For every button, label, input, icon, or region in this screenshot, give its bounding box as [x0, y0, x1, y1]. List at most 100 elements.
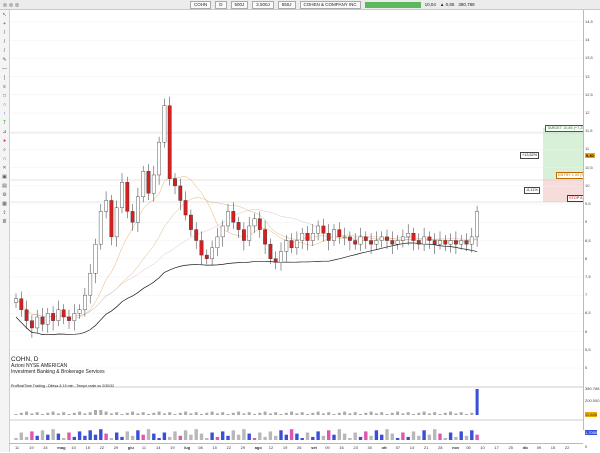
oscillator-bar	[406, 436, 410, 440]
price-tick: 14	[585, 37, 590, 43]
candle	[157, 141, 161, 176]
oscillator-bar	[152, 433, 156, 440]
date-tick: 15	[85, 445, 90, 450]
price-tick: 5,5	[585, 346, 591, 352]
volume-bar	[454, 413, 458, 415]
volume-bar	[279, 414, 283, 415]
date-tick: set	[311, 445, 317, 450]
volume-bar	[210, 411, 214, 415]
candle	[88, 273, 93, 296]
oscillator-bar	[475, 434, 479, 440]
volume-bar	[115, 412, 119, 415]
osc-axis-max: 1,7000	[585, 430, 598, 435]
oscillator-bar	[448, 432, 453, 440]
candle	[183, 200, 188, 216]
volume-bar	[253, 414, 256, 415]
price-tick: 11	[585, 146, 590, 152]
candle	[109, 200, 114, 238]
candle	[369, 240, 373, 245]
oscillator-bar	[242, 429, 246, 440]
candle	[379, 236, 384, 241]
candle	[167, 105, 172, 179]
volume-bar	[141, 412, 145, 415]
oscillator-bar	[67, 432, 71, 440]
candle	[422, 236, 426, 245]
price-tick: 9	[585, 219, 588, 225]
volume-bar	[173, 414, 177, 415]
candle	[151, 174, 156, 194]
candle	[332, 229, 336, 241]
volume-bar	[380, 412, 384, 415]
price-axis[interactable]: 14,5 14 13,5 13 12,5 12 11,5 11 10,5 10 9,5 9 8,5 8 7,…	[583, 10, 600, 449]
oscillator-bar	[247, 433, 251, 440]
oscillator-bar	[183, 430, 188, 440]
date-tick: 15	[212, 445, 217, 450]
date-tick: 14	[156, 445, 161, 450]
candle	[231, 211, 236, 223]
volume-bar	[449, 411, 453, 415]
oscillator-bar	[470, 430, 474, 440]
volume-bar	[401, 413, 405, 415]
oscillator-bar	[300, 438, 304, 440]
volume-bar	[125, 412, 129, 415]
volume-bar	[337, 412, 341, 415]
volume-bar	[284, 412, 288, 415]
date-tick: 29	[113, 445, 119, 450]
candle	[353, 240, 358, 245]
date-tick: 07	[395, 445, 401, 450]
date-tick: mag	[57, 445, 66, 450]
candle	[215, 236, 220, 249]
candle	[454, 240, 458, 245]
candle	[406, 233, 411, 238]
candle	[241, 229, 246, 241]
volume-bar	[475, 389, 479, 415]
volume-bar	[200, 414, 203, 415]
oscillator-bar	[417, 435, 421, 440]
date-tick: 19	[282, 445, 288, 450]
price-tick: 13	[585, 73, 590, 79]
candle	[268, 243, 273, 259]
volume-bar	[332, 414, 336, 415]
candle	[321, 225, 326, 234]
volume-bar	[30, 413, 34, 415]
volume-bar	[290, 411, 294, 415]
volume-bar	[343, 411, 347, 415]
volume-bars	[14, 389, 479, 415]
volume-bar	[359, 414, 362, 415]
volume-bar	[136, 413, 140, 415]
volume-bar	[470, 412, 474, 415]
oscillator-bar	[178, 435, 182, 440]
candle	[226, 211, 230, 227]
candle	[98, 211, 103, 245]
candle	[295, 240, 299, 249]
candle	[56, 309, 61, 321]
candle	[220, 225, 225, 238]
volume-bar	[157, 411, 161, 415]
date-tick: 16	[339, 445, 344, 450]
volume-bar	[374, 413, 378, 415]
oscillator-bar	[427, 434, 432, 440]
date-tick: 22	[99, 445, 105, 450]
candle	[416, 240, 421, 245]
price-tick: 6,5	[585, 310, 591, 316]
date-tick: 05	[466, 445, 471, 450]
volume-bar	[88, 412, 92, 415]
oscillator-bar	[289, 429, 294, 440]
volume-bar	[364, 412, 368, 415]
date-tick: nov	[452, 445, 460, 450]
oscillator-bar	[364, 431, 368, 440]
candle	[82, 294, 87, 310]
candle	[273, 258, 278, 263]
oscillator-bar	[342, 433, 347, 440]
oscillator-bar	[395, 438, 400, 440]
volume-bar	[56, 413, 60, 415]
candle	[135, 196, 140, 223]
date-tick: 17	[494, 445, 499, 450]
candle	[464, 240, 469, 245]
candle	[19, 298, 24, 310]
candle	[236, 222, 241, 230]
candle	[459, 240, 464, 245]
volume-bar	[120, 414, 124, 415]
oscillator-bar	[99, 429, 103, 440]
date-tick: 26	[297, 445, 302, 450]
